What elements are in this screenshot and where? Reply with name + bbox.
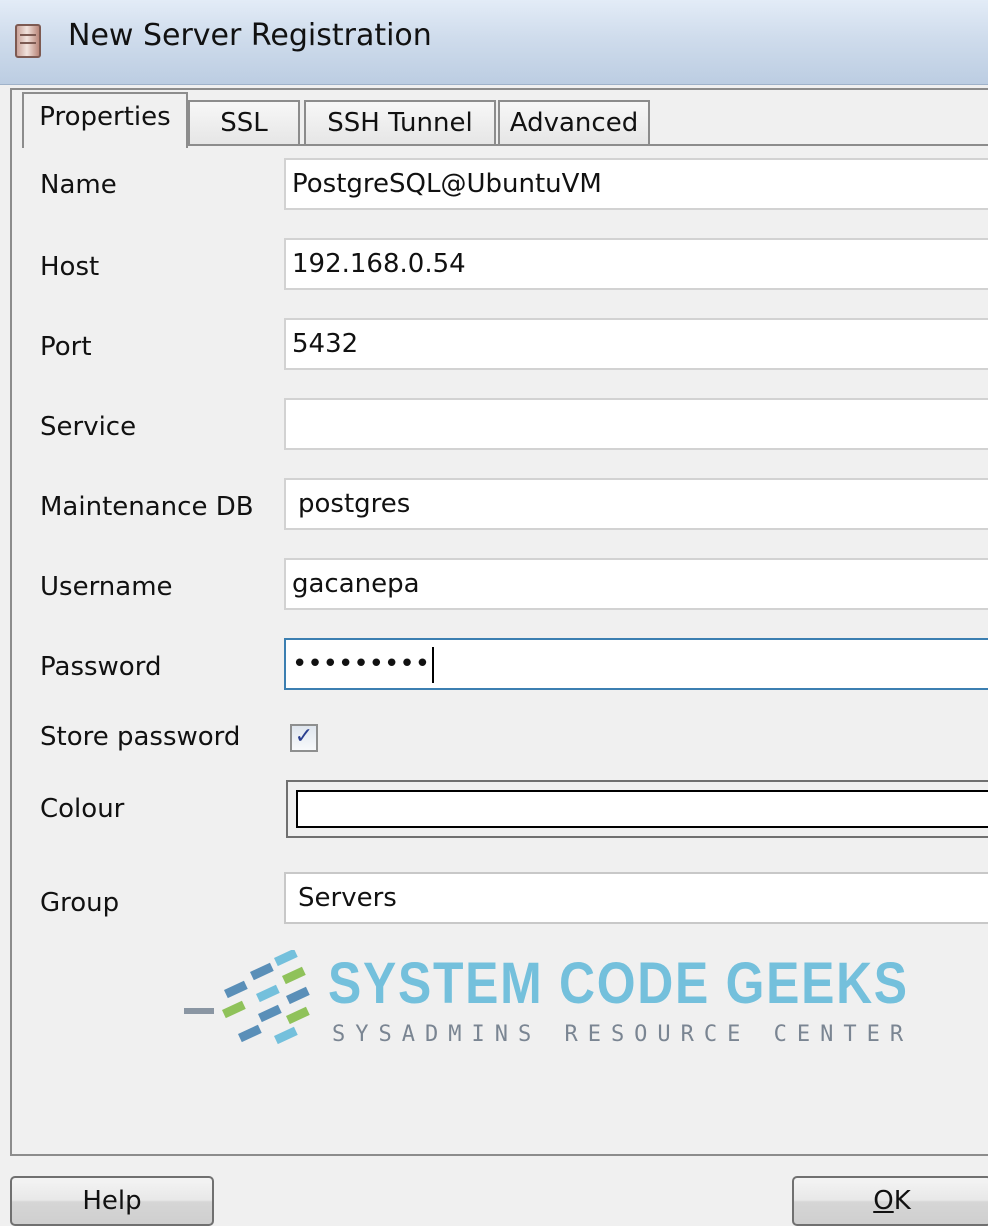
text-caret [432, 646, 435, 683]
logo-tagline: SYSADMINS RESOURCE CENTER [332, 1022, 914, 1047]
port-label: Port [40, 332, 92, 362]
colour-picker[interactable] [286, 780, 988, 838]
password-mask: ••••••••• [292, 649, 431, 679]
ok-label-rest: K [893, 1186, 911, 1216]
tab-ssh-tunnel[interactable]: SSH Tunnel [304, 100, 496, 144]
tab-properties[interactable]: Properties [22, 92, 188, 148]
host-field[interactable]: 192.168.0.54 [284, 238, 988, 290]
ok-mnemonic: O [873, 1186, 894, 1216]
name-field[interactable]: PostgreSQL@UbuntuVM [284, 158, 988, 210]
tab-strip: Properties SSL SSH Tunnel Advanced [22, 92, 988, 148]
group-dropdown[interactable]: Servers [284, 872, 988, 924]
logo-icon [184, 950, 310, 1045]
service-field[interactable] [284, 398, 988, 450]
server-registration-icon [15, 24, 41, 58]
tab-advanced[interactable]: Advanced [498, 100, 650, 144]
logo-wordmark: SYSTEM CODE GEEKS [328, 951, 909, 1016]
host-label: Host [40, 252, 100, 282]
maintenance-db-label: Maintenance DB [40, 492, 254, 522]
colour-swatch [296, 790, 988, 828]
store-password-label: Store password [40, 722, 241, 752]
service-label: Service [40, 412, 137, 442]
ok-button[interactable]: OK [792, 1176, 988, 1226]
group-label: Group [40, 888, 120, 918]
title-bar: New Server Registration [0, 0, 988, 85]
site-logo: SYSTEM CODE GEEKS SYSADMINS RESOURCE CEN… [178, 950, 907, 1100]
username-label: Username [40, 572, 173, 602]
password-label: Password [40, 652, 162, 682]
colour-label: Colour [40, 794, 125, 824]
help-button[interactable]: Help [10, 1176, 214, 1226]
store-password-checkbox[interactable]: ✓ [290, 724, 318, 752]
password-field[interactable]: ••••••••• [284, 638, 988, 690]
maintenance-db-field[interactable]: postgres [284, 478, 988, 530]
tab-ssl[interactable]: SSL [188, 100, 300, 144]
window-title: New Server Registration [68, 18, 432, 53]
username-field[interactable]: gacanepa [284, 558, 988, 610]
port-field[interactable]: 5432 [284, 318, 988, 370]
name-label: Name [40, 170, 117, 200]
